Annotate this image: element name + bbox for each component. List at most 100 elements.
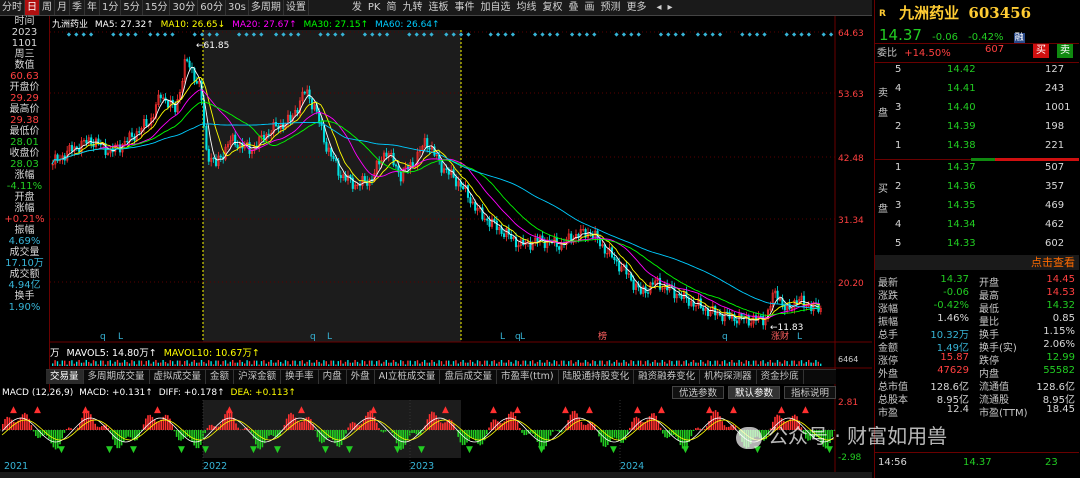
param-tab-0[interactable]: 优选参数: [672, 386, 725, 399]
indicator-tab-2[interactable]: 虚拟成交量: [150, 370, 207, 384]
bottom-bar: [0, 472, 872, 478]
volume-bar: [373, 364, 375, 366]
indicator-tab-4[interactable]: 沪深金额: [234, 370, 282, 384]
candle-body: [339, 175, 342, 179]
volume-bar: [469, 360, 471, 366]
macd-bar: [389, 430, 391, 431]
volume-bar: [520, 364, 522, 366]
volume-bar: [414, 361, 416, 366]
macd-bar: [237, 427, 239, 430]
indicator-tab-13[interactable]: 机构探测器: [700, 370, 757, 384]
macd-bar: [160, 419, 162, 430]
macd-arrow: ▲: [10, 405, 17, 415]
macd-arrow: ▼: [418, 445, 425, 455]
volume-bar: [88, 361, 90, 366]
volume-bar: [476, 360, 479, 366]
volume-bar: [205, 363, 207, 366]
macd-bar: [206, 427, 209, 430]
candle-body: [502, 233, 506, 238]
volume-bar: [124, 360, 126, 366]
volume-bar: [488, 364, 491, 366]
candle-body: [522, 239, 525, 245]
volume-bar: [625, 361, 627, 366]
volume-bar: [608, 360, 611, 366]
macd-bar: [6, 416, 8, 430]
macd-bar: [268, 430, 270, 436]
macd-bar: [413, 430, 415, 433]
volume-bar: [76, 361, 78, 366]
signal-letter: q: [310, 332, 316, 342]
volume-bar: [128, 363, 131, 366]
mavol10: MAVOL10: 10.67万↑: [163, 348, 260, 359]
bid-price: 14.35: [947, 200, 976, 211]
macd-bar: [131, 430, 134, 440]
indicator-tab-14[interactable]: 资金抄底: [757, 370, 804, 384]
volume-bar: [212, 364, 215, 366]
param-tab-2[interactable]: 指标说明: [784, 386, 837, 399]
tick-time: 14:56: [878, 457, 907, 468]
candle-body: [495, 220, 498, 231]
price-tick-label: 64.63: [838, 29, 864, 39]
volume-bar: [568, 361, 570, 366]
stat-row: 涨停 15.87 跌停 12.99: [875, 352, 1079, 367]
buy-button[interactable]: 买: [1033, 44, 1049, 58]
stat-value: 2.06%: [1043, 339, 1075, 350]
volume-bar: [700, 360, 702, 366]
indicator-tab-0[interactable]: 交易量: [46, 370, 84, 384]
macd-bar: [191, 430, 193, 442]
macd-bar: [697, 427, 699, 430]
signal-marker: [532, 32, 538, 37]
macd-bar: [629, 427, 631, 430]
volume-bar: [594, 361, 596, 366]
macd-bar: [301, 421, 303, 430]
volume-bar: [613, 361, 615, 366]
sell-button[interactable]: 卖: [1057, 44, 1073, 58]
indicator-tab-3[interactable]: 金额: [206, 370, 235, 384]
macd-bar: [175, 430, 178, 437]
volume-bar: [126, 361, 128, 366]
indicator-tab-9[interactable]: 盘后成交量: [440, 370, 497, 384]
volume-bar: [448, 360, 450, 366]
buy-side-label: 买 盘: [878, 184, 888, 215]
volume-bar: [232, 360, 234, 366]
indicator-tab-8[interactable]: AI立桩成交量: [375, 370, 441, 384]
macd-bar: [699, 428, 701, 430]
ask-level: 1 14.38 221: [875, 140, 1079, 153]
candle-body: [85, 140, 88, 144]
volume-bar: [292, 360, 294, 366]
signal-marker: [666, 32, 671, 37]
tick-vol: 23: [1045, 457, 1058, 468]
price-tick-label: 20.20: [838, 279, 864, 289]
click-to-view-button[interactable]: 点击查看: [875, 255, 1079, 270]
indicator-tab-10[interactable]: 市盈率(ttm): [497, 370, 559, 384]
indicator-tab-12[interactable]: 融资融券变化: [634, 370, 701, 384]
indicator-tab-1[interactable]: 多周期成交量: [84, 370, 150, 384]
volume-bar: [150, 363, 152, 366]
macd-bar: [263, 430, 266, 444]
macd-arrow: ▼: [610, 445, 617, 455]
year-label-1: 2022: [203, 461, 228, 472]
param-tab-1[interactable]: 默认参数: [728, 386, 781, 399]
macd-arrow: ▼: [250, 445, 257, 455]
macd-bar: [615, 430, 618, 439]
indicator-tab-7[interactable]: 外盘: [347, 370, 375, 384]
volume-bar: [244, 363, 246, 366]
volume-bar: [779, 361, 781, 366]
kline-chart[interactable]: 64.6353.6342.4831.3420.20←61.85←11.83榜 涨财…: [0, 0, 874, 478]
candle-body: [428, 147, 431, 150]
price-tick-label: 53.63: [838, 90, 864, 100]
macd-bar: [516, 421, 519, 430]
macd-bar: [285, 418, 288, 430]
indicator-tab-5[interactable]: 换手率: [281, 370, 319, 384]
macd-bar: [651, 413, 653, 430]
macd-bar: [186, 430, 189, 437]
volume-bar: [560, 360, 563, 366]
indicator-tab-11[interactable]: 陆股通持股变化: [559, 370, 635, 384]
macd-bar: [703, 429, 706, 430]
indicator-tab-6[interactable]: 内盘: [319, 370, 347, 384]
macd-bar: [607, 430, 609, 446]
volume-bar: [620, 362, 623, 366]
macd-bar: [503, 421, 506, 430]
signal-letter: L: [797, 332, 802, 342]
volume-bar: [121, 362, 123, 366]
